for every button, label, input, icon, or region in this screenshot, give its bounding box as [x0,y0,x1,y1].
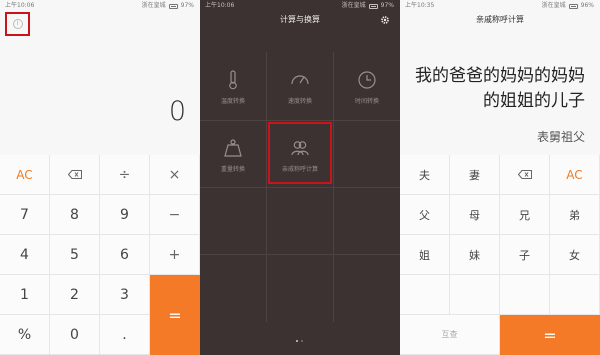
status-time: 上午10:35 [405,2,435,9]
digit-1-button[interactable]: 1 [0,275,50,315]
clear-button[interactable]: AC [0,155,50,195]
backspace-button[interactable] [50,155,100,195]
item-label: 重量转换 [220,166,245,173]
minus-button[interactable]: − [150,195,200,235]
status-bar: 上午10:35 浙在皇城 96% [400,0,600,12]
equals-button[interactable]: = [500,315,600,355]
digit-3-button[interactable]: 3 [100,275,150,315]
keypad: AC ÷ × 7 8 9 − 4 5 6 + 1 2 3 = % 0 . [0,155,200,355]
weight-conversion-item[interactable]: 重量转换 [200,122,266,188]
conversion-menu-screen: 上午10:06 浙在皇城 97% 计算与换算 温度转换 速度转换 时间转换 重量… [200,0,400,355]
empty-key [450,275,500,315]
clear-button[interactable]: AC [550,155,600,195]
digit-5-button[interactable]: 5 [50,235,100,275]
carrier-label: 浙在皇城 [341,2,366,9]
item-label: 速度转换 [287,98,312,105]
menu-button[interactable]: ⁞ [5,12,30,36]
backspace-icon [67,170,82,179]
digit-9-button[interactable]: 9 [100,195,150,235]
percent-button[interactable]: % [0,315,50,355]
time-conversion-item[interactable]: 时间转换 [334,54,400,120]
battery-icon [568,3,578,9]
digit-8-button[interactable]: 8 [50,195,100,235]
battery-icon [368,3,378,9]
digit-2-button[interactable]: 2 [50,275,100,315]
divide-button[interactable]: ÷ [100,155,150,195]
gear-icon[interactable] [380,15,390,25]
temperature-conversion-item[interactable]: 温度转换 [200,54,266,120]
status-bar: 上午10:06 浙在皇城 97% [0,0,200,12]
battery-level: 96% [580,2,594,9]
relation-expression: 我的爸爸的妈妈的妈妈的姐姐的儿子 [415,66,585,111]
battery-level: 97% [180,2,194,9]
relation-keypad: 夫 妻 AC 父 母 兄 弟 姐 妹 子 女 互查 = [400,155,600,355]
item-label: 时间转换 [354,98,379,105]
digit-7-button[interactable]: 7 [0,195,50,235]
older-brother-button[interactable]: 兄 [500,195,550,235]
clock-icon [358,71,376,89]
husband-button[interactable]: 夫 [400,155,450,195]
status-bar: 上午10:06 浙在皇城 97% [200,0,400,12]
wife-button[interactable]: 妻 [450,155,500,195]
grid-icon: ⁞ [12,19,23,29]
older-sister-button[interactable]: 姐 [400,235,450,275]
page-dot [296,340,298,342]
plus-button[interactable]: + [150,235,200,275]
battery-icon [168,3,178,9]
daughter-button[interactable]: 女 [550,235,600,275]
relation-result: 表舅祖父 [536,130,585,144]
backspace-button[interactable] [500,155,550,195]
conversion-grid: 温度转换 速度转换 时间转换 重量转换 亲戚称呼计算 [200,42,400,337]
younger-sister-button[interactable]: 妹 [450,235,500,275]
thermometer-icon [229,70,237,90]
multiply-button[interactable]: × [150,155,200,195]
page-title: 计算与换算 [280,15,320,24]
father-button[interactable]: 父 [400,195,450,235]
page-indicator [296,340,303,342]
weight-icon [224,139,242,157]
relative-calculator-screen: 上午10:35 浙在皇城 96% 亲戚称呼计算 我的爸爸的妈妈的妈妈的姐姐的儿子… [400,0,600,355]
carrier-label: 浙在皇城 [541,2,566,9]
empty-key [400,275,450,315]
son-button[interactable]: 子 [500,235,550,275]
digit-0-button[interactable]: 0 [50,315,100,355]
calculator-screen: 上午10:06 浙在皇城 97% ⁞ 0 AC ÷ × 7 8 9 − 4 5 … [0,0,200,355]
calculator-display: 0 [168,96,186,127]
speedometer-icon [291,75,309,85]
empty-key [500,275,550,315]
page-title: 亲戚称呼计算 [476,15,524,24]
backspace-icon [517,170,532,179]
digit-4-button[interactable]: 4 [0,235,50,275]
highlight-box [268,122,332,184]
battery-level: 97% [380,2,394,9]
empty-key [550,275,600,315]
younger-brother-button[interactable]: 弟 [550,195,600,235]
page-dot [301,340,303,342]
equals-button[interactable]: = [150,275,200,355]
mother-button[interactable]: 母 [450,195,500,235]
mutual-lookup-button[interactable]: 互查 [400,315,500,355]
decimal-button[interactable]: . [100,315,150,355]
status-time: 上午10:06 [205,2,235,9]
speed-conversion-item[interactable]: 速度转换 [267,54,333,120]
item-label: 温度转换 [220,98,245,105]
carrier-label: 浙在皇城 [141,2,166,9]
digit-6-button[interactable]: 6 [100,235,150,275]
status-time: 上午10:06 [5,2,35,9]
